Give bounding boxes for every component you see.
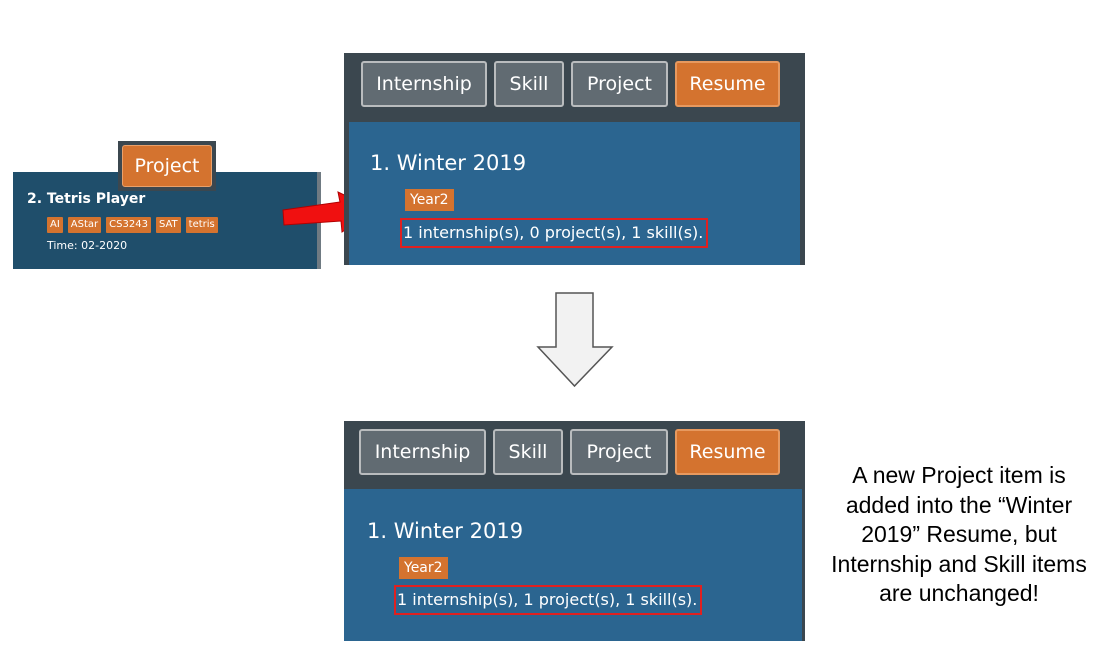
project-tab-button[interactable]: Project xyxy=(122,145,212,187)
tag-chip: AI xyxy=(47,217,63,233)
down-arrow-icon xyxy=(536,292,614,388)
year-tag: Year2 xyxy=(405,189,454,211)
tab-internship[interactable]: Internship xyxy=(361,61,487,107)
year-tag: Year2 xyxy=(399,557,448,579)
tab-skill[interactable]: Skill xyxy=(494,61,564,107)
resume-summary-highlighted: 1 internship(s), 1 project(s), 1 skill(s… xyxy=(394,585,703,615)
project-title: 2. Tetris Player xyxy=(27,191,146,207)
resume-title: 1. Winter 2019 xyxy=(367,519,524,543)
resume-summary-highlighted: 1 internship(s), 0 project(s), 1 skill(s… xyxy=(400,218,709,248)
resume-title: 1. Winter 2019 xyxy=(370,151,527,175)
tab-resume[interactable]: Resume xyxy=(675,61,780,107)
resume-panel-before: Internship Skill Project Resume 1. Winte… xyxy=(344,53,805,265)
tag-chip: CS3243 xyxy=(106,217,151,233)
tab-resume[interactable]: Resume xyxy=(675,429,780,475)
tab-internship[interactable]: Internship xyxy=(359,429,486,475)
tab-project[interactable]: Project xyxy=(570,429,668,475)
resume-item-after: 1. Winter 2019 Year2 1 internship(s), 1 … xyxy=(344,489,802,641)
tag-chip: AStar xyxy=(67,217,102,233)
resume-panel-after: Internship Skill Project Resume 1. Winte… xyxy=(344,421,805,641)
tag-chip: SAT xyxy=(155,217,181,233)
diagram: Project 2. Tetris Player AI AStar CS3243… xyxy=(0,0,1116,646)
tab-project[interactable]: Project xyxy=(571,61,668,107)
tag-chip: tetris xyxy=(185,217,218,233)
project-tags: AI AStar CS3243 SAT tetris xyxy=(47,217,218,233)
project-time: Time: 02-2020 xyxy=(47,239,128,252)
annotation-text: A new Project item is added into the “Wi… xyxy=(831,462,1087,606)
tab-skill[interactable]: Skill xyxy=(493,429,563,475)
resume-item-before: 1. Winter 2019 Year2 1 internship(s), 0 … xyxy=(349,122,800,265)
